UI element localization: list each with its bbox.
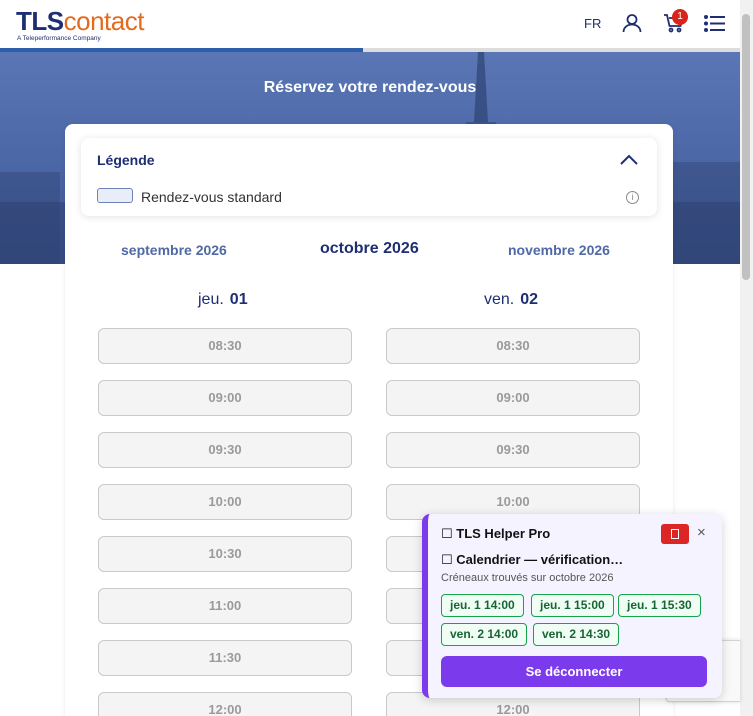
slot-chip[interactable]: ven. 2 14:30 xyxy=(533,623,620,646)
legend-panel: Légende Rendez-vous standard i xyxy=(81,138,657,216)
close-icon[interactable]: × xyxy=(697,524,706,541)
logo-tls-text: TLS xyxy=(16,6,64,36)
info-icon[interactable]: i xyxy=(626,191,639,204)
day-header-2: ven. 02 xyxy=(484,291,538,309)
time-slot-button[interactable]: 09:30 xyxy=(98,432,352,468)
tls-helper-panel: ☐ TLS Helper Pro × ☐ Calendrier — vérifi… xyxy=(422,514,722,698)
month-current: octobre 2026 xyxy=(320,240,419,257)
month-next-link[interactable]: novembre 2026 xyxy=(508,242,610,258)
tlscontact-logo[interactable]: TLScontact A Teleperformance Company xyxy=(16,8,144,42)
language-selector[interactable]: FR xyxy=(584,16,601,31)
legend-item-label: Rendez-vous standard xyxy=(141,189,282,205)
time-slot-button[interactable]: 12:00 xyxy=(98,692,352,716)
cart-count-badge: 1 xyxy=(672,9,688,25)
time-slot-button[interactable]: 09:30 xyxy=(386,432,640,468)
scrollbar-thumb[interactable] xyxy=(742,14,750,280)
standard-appointment-swatch xyxy=(97,188,133,203)
slot-chip[interactable]: jeu. 1 15:00 xyxy=(531,594,614,617)
slot-chip[interactable]: jeu. 1 14:00 xyxy=(441,594,524,617)
found-slots-text: Créneaux trouvés sur octobre 2026 xyxy=(441,572,614,584)
time-slot-button[interactable]: 11:00 xyxy=(98,588,352,624)
day-header-1: jeu. 01 xyxy=(198,291,248,309)
slot-chip[interactable]: jeu. 1 15:30 xyxy=(618,594,701,617)
panel-title: ☐ TLS Helper Pro xyxy=(441,526,551,541)
panel-status: ☐ Calendrier — vérification… xyxy=(441,552,624,567)
day-number: 01 xyxy=(229,291,248,308)
menu-list-icon[interactable] xyxy=(704,15,725,32)
time-slot-button[interactable]: 10:00 xyxy=(98,484,352,520)
time-slot-button[interactable]: 10:30 xyxy=(98,536,352,572)
time-slot-button[interactable]: 09:00 xyxy=(98,380,352,416)
day-number: 02 xyxy=(520,291,539,308)
time-slot-button[interactable]: 11:30 xyxy=(98,640,352,676)
day-name: ven. xyxy=(484,291,515,308)
month-prev-link[interactable]: septembre 2026 xyxy=(121,242,227,258)
page-title: Réservez votre rendez-vous xyxy=(263,79,477,96)
slot-chip[interactable]: ven. 2 14:00 xyxy=(441,623,528,646)
logo-tagline: A Teleperformance Company xyxy=(17,35,101,42)
logout-button[interactable]: Se déconnecter xyxy=(441,656,707,687)
legend-title: Légende xyxy=(97,152,155,168)
user-icon[interactable] xyxy=(622,13,642,33)
time-slot-button[interactable]: 09:00 xyxy=(386,380,640,416)
site-header: TLScontact A Teleperformance Company FR … xyxy=(0,0,740,48)
page-scrollbar[interactable] xyxy=(740,0,753,716)
stop-button[interactable] xyxy=(661,524,689,544)
chevron-up-icon[interactable] xyxy=(619,152,639,166)
day-name: jeu. xyxy=(198,291,224,308)
time-slot-button[interactable]: 08:30 xyxy=(98,328,352,364)
time-slot-button[interactable]: 08:30 xyxy=(386,328,640,364)
stop-icon xyxy=(671,529,679,539)
logo-contact-text: contact xyxy=(63,6,145,36)
